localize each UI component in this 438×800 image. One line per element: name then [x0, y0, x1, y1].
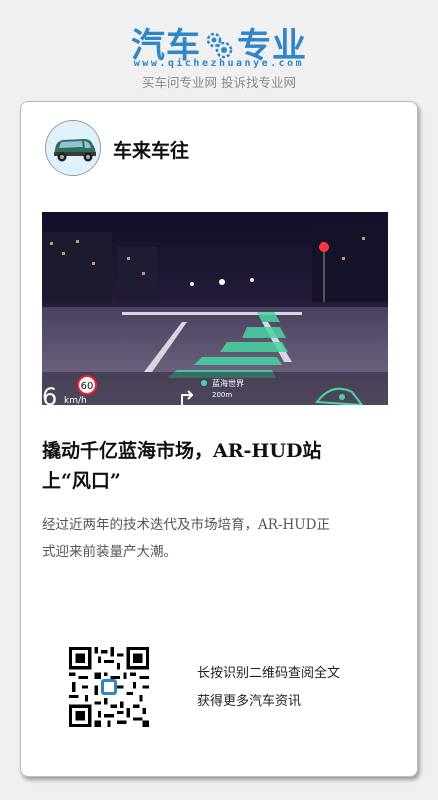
author-avatar — [45, 120, 101, 176]
article-summary: 经过近两年的技术迭代及市场培育，AR-HUD正式迎来前装量产大潮。 — [42, 517, 330, 560]
hero-image: 60 6 km/h 蓝海世界 200m — [42, 212, 388, 405]
article-title[interactable]: 撬动千亿蓝海市场，AR-HUD站上“风口” — [42, 436, 342, 496]
ar-hud-night-street-image: 60 6 km/h 蓝海世界 200m — [42, 212, 388, 405]
car-avatar-icon — [46, 121, 100, 175]
gear-logo-icon — [206, 32, 233, 58]
qr-hint-line2: 获得更多汽车资讯 — [197, 694, 302, 709]
speed-limit-text: 60 — [81, 381, 94, 392]
site-logo: 汽车 专业 www.qichezhuanye.com 买车问专业网 投诉找专业网 — [0, 0, 438, 100]
speed-digit-text: 6 — [42, 383, 57, 405]
logo-url: www.qichezhuanye.com — [133, 58, 305, 69]
qr-code-icon — [69, 647, 149, 727]
qr-code[interactable] — [69, 647, 149, 727]
author-name: 车来车往 — [113, 140, 190, 162]
nav-street-text: 蓝海世界 — [212, 378, 244, 388]
logo-slogan: 买车问专业网 投诉找专业网 — [142, 75, 296, 90]
qr-hint: 长按识别二维码查阅全文 获得更多汽车资讯 — [197, 660, 340, 716]
nav-distance-text: 200m — [212, 391, 232, 399]
speed-unit-text: km/h — [64, 396, 87, 405]
qr-hint-line1: 长按识别二维码查阅全文 — [197, 666, 341, 681]
article-share-card: 车来车往 60 6 km/h 蓝海世界 200m 撬动千亿蓝海市场，AR-HUD… — [20, 101, 418, 777]
